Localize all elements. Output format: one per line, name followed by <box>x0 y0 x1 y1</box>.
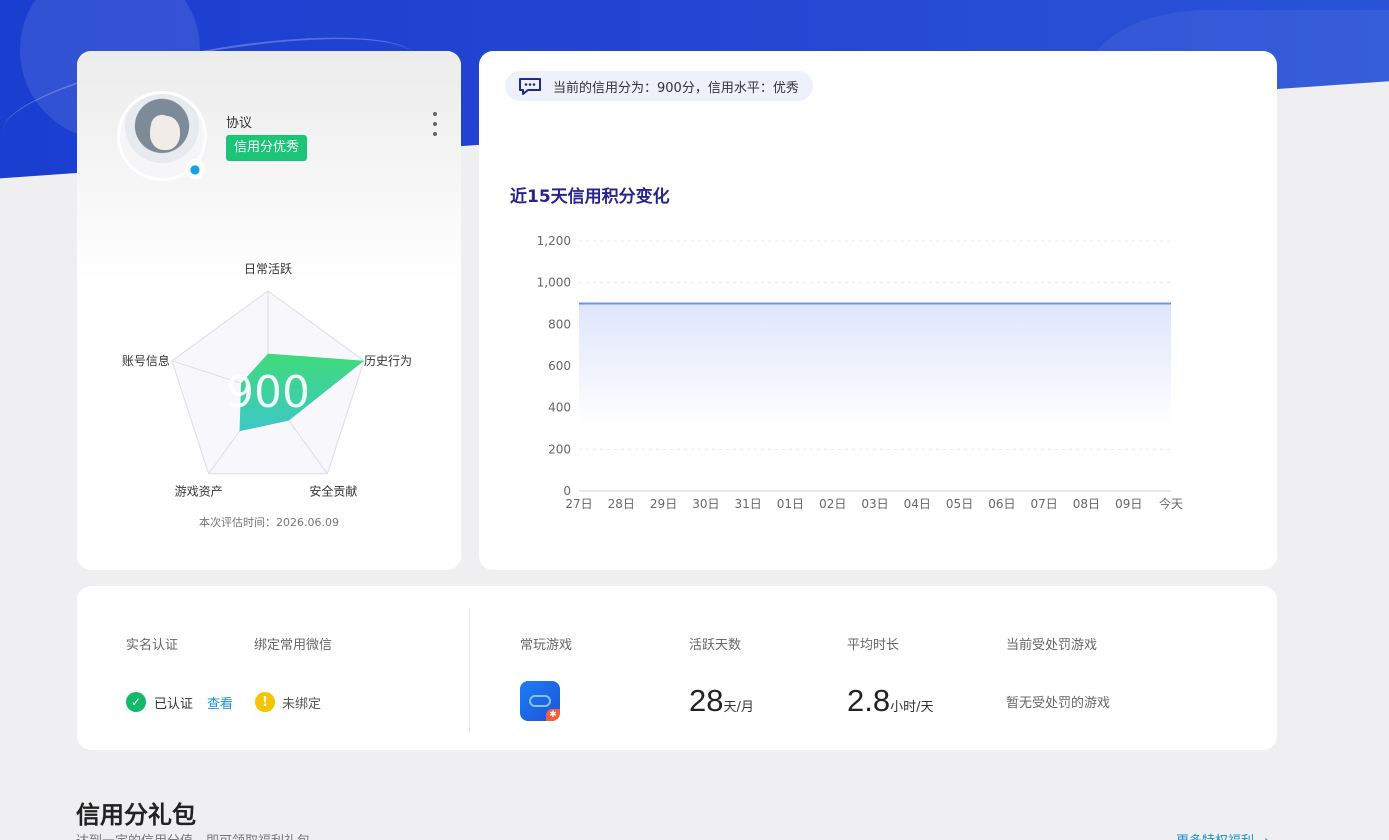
gift-section-subtitle: 达到一定的信用分值，即可领取福利礼包 <box>76 830 310 840</box>
message-icon <box>519 78 541 95</box>
check-circle-icon: ✓ <box>126 692 146 712</box>
active-days-unit: 天/月 <box>723 700 754 715</box>
radar-axis-label: 安全贡献 <box>309 484 357 499</box>
y-tick-label: 0 <box>563 484 571 498</box>
avg-time-label: 平均时长 <box>847 638 900 653</box>
chart-title: 近15天信用积分变化 <box>510 187 670 207</box>
penalty-label: 当前受处罚游戏 <box>1006 638 1098 653</box>
credit-line-chart: 0 200 400 600 800 1,000 1,200 27日 28日 29日 30日 31日 01… <box>537 234 1183 511</box>
y-tick-label: 1,000 <box>537 276 571 290</box>
x-tick-label: 27日 <box>565 497 592 511</box>
verified-text: 已认证 <box>154 696 194 712</box>
avatar-face <box>150 116 180 150</box>
radar-axis-label: 账号信息 <box>122 353 170 368</box>
x-tick-label: 02日 <box>819 497 846 511</box>
divider <box>469 608 470 732</box>
x-tick-label: 30日 <box>692 497 719 511</box>
x-tick-label: 今天 <box>1159 496 1183 511</box>
x-tick-label: 09日 <box>1115 497 1142 511</box>
radar-axis-label: 历史行为 <box>364 354 412 368</box>
y-tick-label: 1,200 <box>537 234 571 248</box>
current-score-banner: 当前的信用分为：900分，信用水平：优秀 <box>505 71 813 101</box>
qq-penguin-icon: ● <box>185 159 205 179</box>
x-tick-label: 04日 <box>904 497 931 511</box>
x-tick-label: 06日 <box>988 497 1015 511</box>
x-tick-label: 29日 <box>650 497 677 511</box>
avg-time-stat: 2.8小时/天 <box>847 683 934 719</box>
series-area-fill <box>579 303 1171 429</box>
x-tick-label: 05日 <box>946 497 973 511</box>
x-tick-label: 07日 <box>1031 497 1058 511</box>
games-label: 常玩游戏 <box>520 638 573 653</box>
credit-chart-card: 当前的信用分为：900分，信用水平：优秀 近15天信用积分变化 0 200 400 6… <box>479 51 1277 570</box>
credit-radar-chart: 900 日常活跃历史行为安全贡献 游戏资产 账号信息 <box>122 262 412 499</box>
more-options-icon[interactable] <box>429 112 441 136</box>
penalty-text: 暂无受处罚的游戏 <box>1006 696 1111 711</box>
y-tick-label: 800 <box>548 317 571 331</box>
active-days-label: 活跃天数 <box>689 638 742 653</box>
y-tick-label: 400 <box>548 401 571 415</box>
active-days-stat: 28天/月 <box>689 683 754 719</box>
y-tick-label: 600 <box>548 359 571 373</box>
active-days-value: 28 <box>689 683 724 718</box>
account-stats-card: 实名认证 绑定常用微信 ✓ 已认证 查看 ! 未绑定 常玩游戏 ✱ 活跃天数 2… <box>77 586 1277 750</box>
username: 协议 <box>226 116 253 131</box>
radar-center-score: 900 <box>226 367 310 418</box>
avg-time-unit: 小时/天 <box>890 700 934 715</box>
view-link[interactable]: 查看 <box>207 693 233 712</box>
profile-card: ● 协议 信用分优秀 900 日常活跃历史行为安全贡献 游戏资产 账号信息 本次评估… <box>77 51 461 570</box>
gift-section-title: 信用分礼包 <box>76 801 196 829</box>
x-tick-label: 08日 <box>1073 497 1100 511</box>
current-score-text: 当前的信用分为：900分，信用水平：优秀 <box>553 80 799 96</box>
y-tick-label: 200 <box>548 442 571 456</box>
wechat-label: 绑定常用微信 <box>254 638 333 653</box>
radar-axis-label: 游戏资产 <box>175 485 223 499</box>
game-controller-icon[interactable]: ✱ <box>520 681 560 721</box>
evaluation-time: 本次评估时间：2026.06.09 <box>199 516 339 529</box>
radar-axis-label: 日常活跃 <box>244 262 292 276</box>
warning-circle-icon: ! <box>255 692 275 712</box>
more-privileges-link[interactable]: 更多特权福利 → <box>1176 830 1269 840</box>
x-tick-label: 28日 <box>608 497 635 511</box>
avg-time-value: 2.8 <box>847 683 891 718</box>
x-tick-label: 01日 <box>777 497 804 511</box>
x-tick-label: 31日 <box>735 497 762 511</box>
x-tick-label: 03日 <box>861 497 888 511</box>
wechat-status: ! 未绑定 <box>255 692 321 712</box>
unbound-text: 未绑定 <box>282 696 322 712</box>
realname-label: 实名认证 <box>126 638 179 653</box>
credit-level-badge: 信用分优秀 <box>226 135 308 161</box>
realname-status: ✓ 已认证 查看 <box>126 692 233 712</box>
